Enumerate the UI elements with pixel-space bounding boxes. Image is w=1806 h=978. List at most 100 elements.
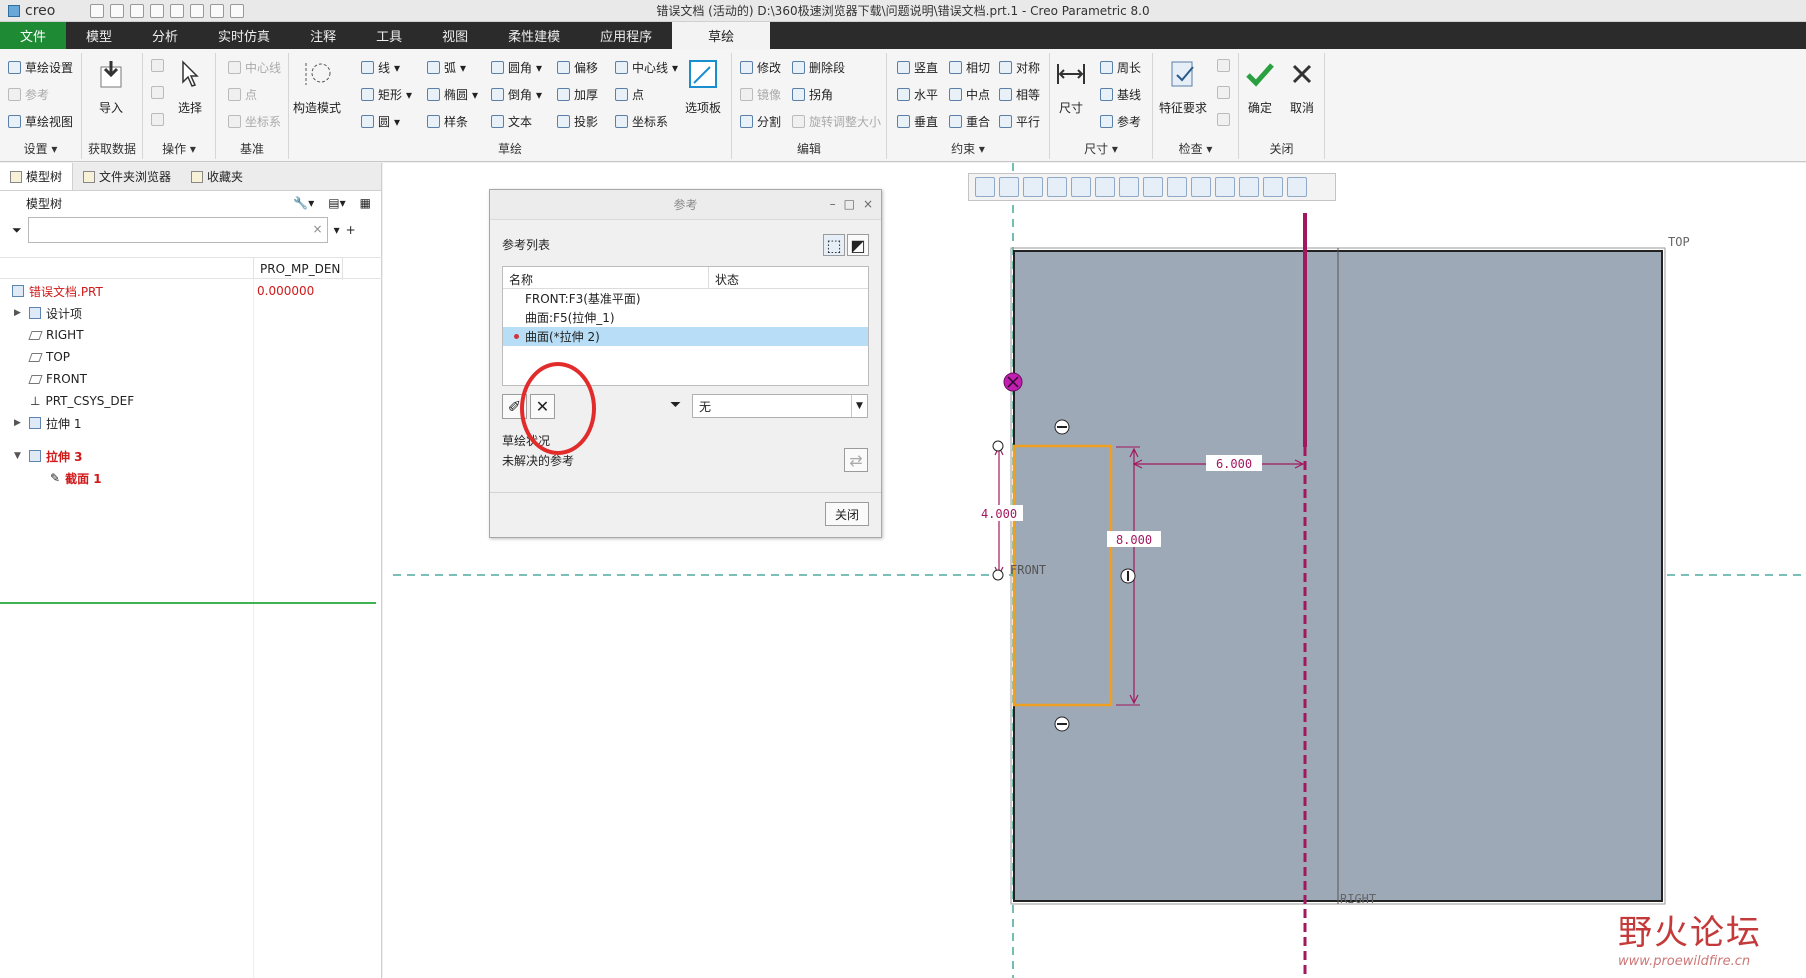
sketch-csys-button[interactable]: 坐标系 (615, 113, 668, 130)
tab-view[interactable]: 视图 (422, 22, 488, 49)
tree-node-design-items[interactable]: ▶ 设计项 (14, 303, 82, 323)
spline-button[interactable]: 样条 (427, 113, 468, 130)
redo-icon[interactable] (170, 3, 184, 18)
tangent-constraint-button[interactable]: 相切 (949, 59, 990, 76)
annotation-display-icon[interactable] (1191, 177, 1211, 197)
spin-center-icon[interactable] (1263, 177, 1283, 197)
tab-model[interactable]: 模型 (66, 22, 132, 49)
windows-icon[interactable] (210, 3, 224, 18)
ok-button[interactable]: 确定 (1243, 57, 1277, 116)
open-file-icon[interactable] (110, 3, 124, 18)
tree-search-input[interactable]: × (27, 217, 328, 243)
tree-node-section-1[interactable]: ✎ 截面 1 (50, 468, 102, 488)
tab-applications[interactable]: 应用程序 (580, 22, 672, 49)
perimeter-button[interactable]: 周长 (1100, 59, 1141, 76)
tree-root[interactable]: 错误文档.PRT (12, 281, 103, 301)
tab-flexible-modeling[interactable]: 柔性建模 (488, 22, 580, 49)
repaint-icon[interactable] (1047, 177, 1067, 197)
select-button[interactable]: 选择 (173, 57, 207, 116)
filter-funnel-icon[interactable]: ⏷ (12, 223, 22, 238)
delete-segment-button[interactable]: 删除段 (792, 59, 845, 76)
tab-favorites[interactable]: 收藏夹 (181, 163, 253, 190)
dialog-title-bar[interactable]: 参考 – □ × (490, 190, 881, 220)
datum-centerline-button[interactable]: 中心线 (228, 59, 281, 76)
datum-point-button[interactable]: 点 (228, 86, 257, 103)
maximize-icon[interactable]: □ (844, 197, 855, 211)
tab-file[interactable]: 文件 (0, 22, 67, 49)
settings-icon[interactable]: 🔧▾ (293, 196, 314, 210)
tree-node-top[interactable]: TOP (28, 347, 70, 367)
close-icon[interactable]: × (863, 197, 873, 211)
show-icon[interactable]: ▤▾ (328, 196, 345, 210)
datum-display-icon[interactable] (1167, 177, 1187, 197)
filter-select[interactable]: 无 ▼ (692, 394, 868, 418)
tree-node-csys[interactable]: ⊥ PRT_CSYS_DEF (30, 391, 134, 411)
dimension-button[interactable]: 尺寸 (1054, 57, 1088, 116)
cancel-button[interactable]: 取消 (1285, 57, 1319, 116)
close-button[interactable]: 关闭 (825, 502, 869, 526)
list-item-selected[interactable]: 曲面(*拉伸 2) (503, 327, 868, 346)
cut-icon[interactable] (151, 59, 164, 72)
sketch-point-button[interactable]: 点 (615, 86, 644, 103)
thicken-button[interactable]: 加厚 (557, 86, 598, 103)
view-manager-icon[interactable] (1119, 177, 1139, 197)
import-button[interactable]: 导入 (94, 57, 128, 116)
text-button[interactable]: 文本 (491, 113, 532, 130)
reference-dimension-button[interactable]: 参考 (1100, 113, 1141, 130)
tab-live-simulation[interactable]: 实时仿真 (198, 22, 290, 49)
offset-button[interactable]: 偏移 (557, 59, 598, 76)
coincident-constraint-button[interactable]: 重合 (949, 113, 990, 130)
project-button[interactable]: 投影 (557, 113, 598, 130)
feature-requirements-button[interactable]: 特征要求 (1159, 57, 1207, 116)
display-style-icon[interactable] (1071, 177, 1091, 197)
save-icon[interactable] (130, 3, 144, 18)
inspect-tool-1-icon[interactable] (1217, 59, 1230, 72)
close-window-icon[interactable] (230, 3, 244, 18)
modify-button[interactable]: 修改 (740, 59, 781, 76)
sketcher-display-icon[interactable] (1239, 177, 1259, 197)
tab-tools[interactable]: 工具 (356, 22, 422, 49)
tree-node-extrude-3[interactable]: ▼ 拉伸 3 (14, 446, 83, 466)
tree-node-front[interactable]: FRONT (28, 369, 87, 389)
group-inspect-label[interactable]: 检查 ▾ (1153, 140, 1238, 157)
palette-button[interactable]: 选项板 (685, 57, 721, 116)
tab-analysis[interactable]: 分析 (132, 22, 198, 49)
column-status[interactable]: 状态 (709, 267, 745, 288)
rectangle-button[interactable]: 矩形 ▾ (361, 86, 412, 103)
group-constraint-label[interactable]: 约束 ▾ (887, 140, 1049, 157)
list-item[interactable]: 曲面:F5(拉伸_1) (503, 308, 868, 327)
tab-sketch[interactable]: 草绘 (672, 22, 771, 49)
parallel-constraint-button[interactable]: 平行 (999, 113, 1040, 130)
tree-filter-icon[interactable]: ▦ (360, 196, 371, 210)
column-name[interactable]: 名称 (503, 267, 709, 288)
horizontal-constraint-button[interactable]: 水平 (897, 86, 938, 103)
saved-orientations-icon[interactable] (1095, 177, 1115, 197)
perspective-icon[interactable] (1143, 177, 1163, 197)
coincident-point[interactable] (992, 569, 1004, 581)
tab-model-tree[interactable]: 模型树 (0, 163, 74, 190)
dimension-4[interactable]: 4.000 (981, 507, 1017, 521)
corner-button[interactable]: 拐角 (792, 86, 833, 103)
dimension-8[interactable]: 8.000 (1116, 533, 1152, 547)
sketch-view-button[interactable]: 草绘视图 (8, 113, 73, 130)
add-column-icon[interactable]: + (346, 223, 356, 237)
select-reference-icon[interactable]: ⬚ (823, 234, 845, 256)
sketch-view-icon[interactable] (1215, 177, 1235, 197)
solve-icon[interactable]: ⇄ (844, 448, 868, 472)
paste-icon[interactable] (151, 113, 164, 126)
clear-search-icon[interactable]: × (313, 222, 323, 236)
divide-button[interactable]: 分割 (740, 113, 781, 130)
arc-button[interactable]: 弧 ▾ (427, 59, 466, 76)
new-file-icon[interactable] (90, 3, 104, 18)
sketch-centerline-button[interactable]: 中心线 ▾ (615, 59, 678, 76)
tree-node-extrude-1[interactable]: ▶ 拉伸 1 (14, 413, 81, 433)
dimension-6[interactable]: 6.000 (1216, 457, 1252, 471)
group-operations-label[interactable]: 操作 ▾ (143, 140, 215, 157)
mirror-button[interactable]: 镜像 (740, 86, 781, 103)
construction-mode-button[interactable]: 构造模式 (293, 57, 341, 116)
baseline-button[interactable]: 基线 (1100, 86, 1141, 103)
column-pro-mp-den[interactable]: PRO_MP_DEN (253, 258, 343, 280)
refit-icon[interactable] (975, 177, 995, 197)
search-dropdown-icon[interactable]: ▾ (334, 223, 340, 237)
tab-folder-browser[interactable]: 文件夹浏览器 (73, 163, 181, 190)
